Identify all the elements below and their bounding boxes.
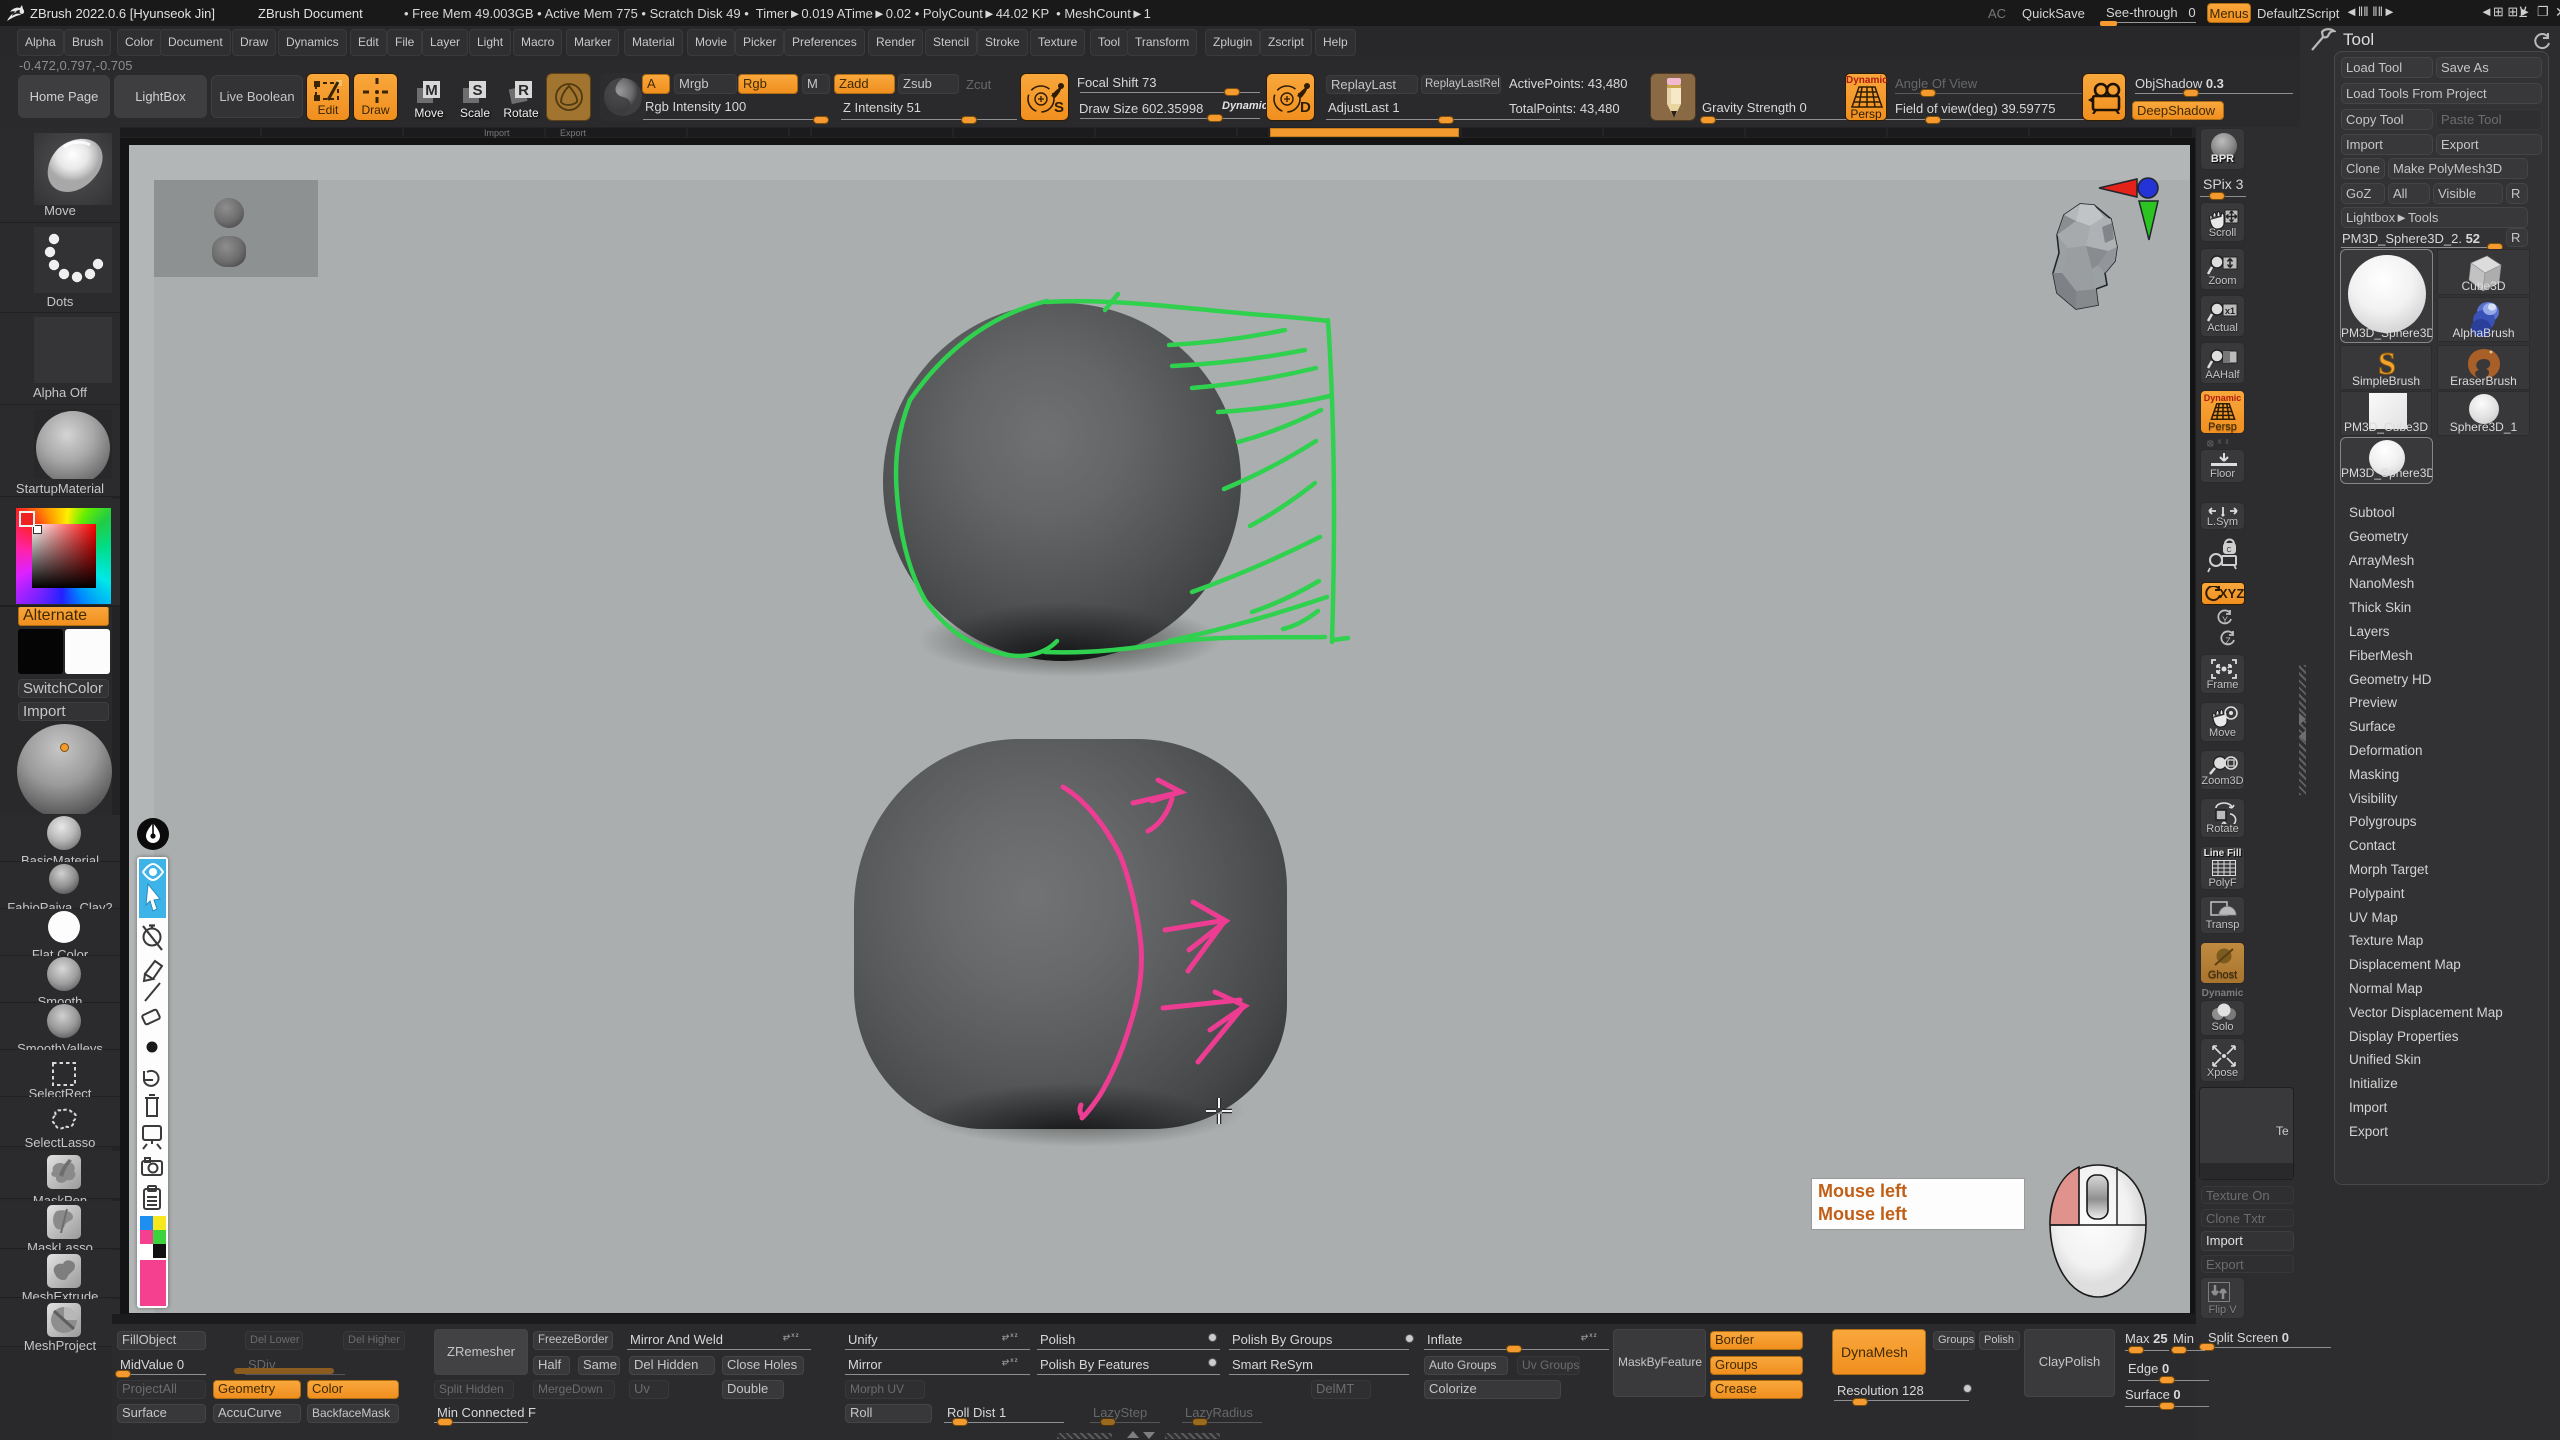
svg-text:Y: Y [2222, 615, 2228, 625]
svg-text:x1: x1 [2225, 306, 2235, 316]
svg-text:Z: Z [2225, 636, 2231, 646]
svg-text:C: C [2226, 547, 2231, 554]
